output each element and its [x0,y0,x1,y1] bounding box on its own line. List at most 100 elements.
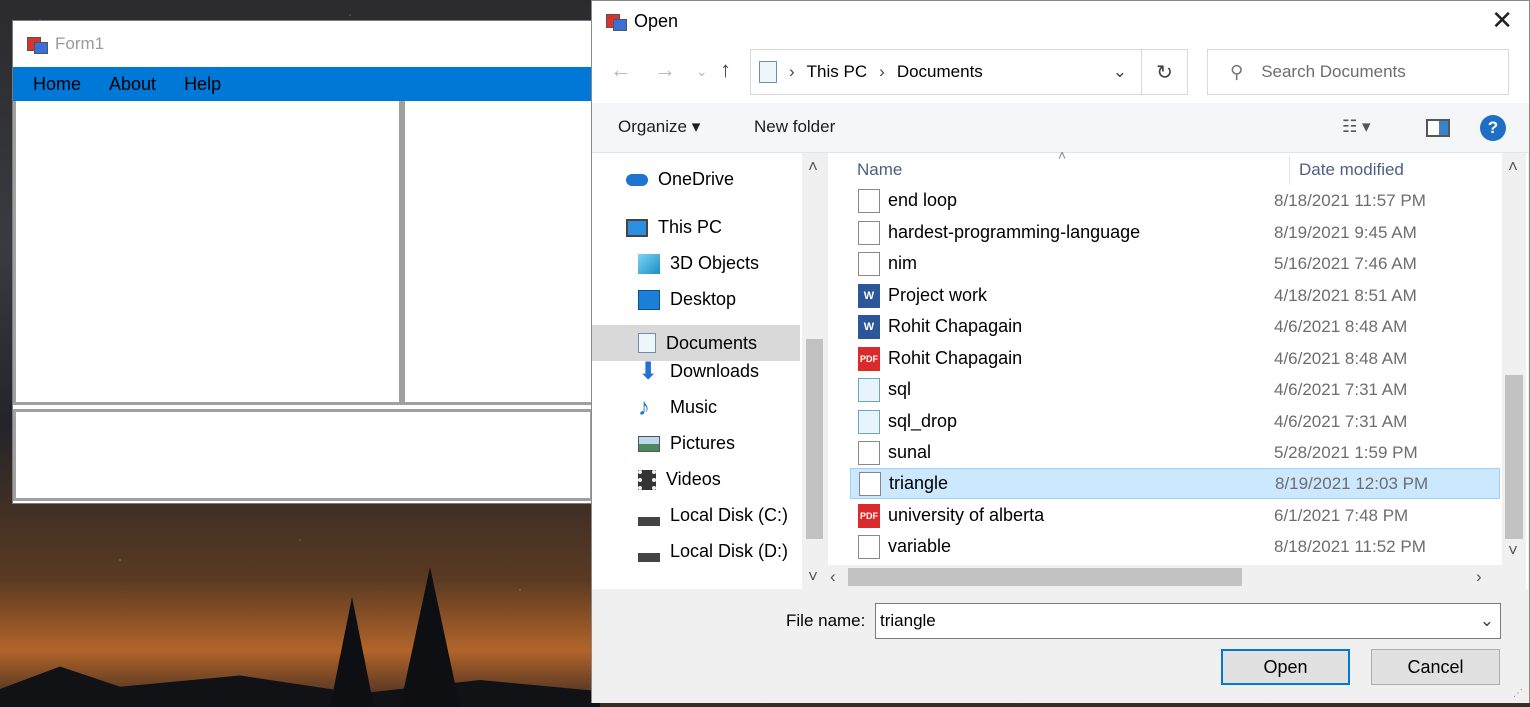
file-row[interactable]: nim 5/16/2021 7:46 AM [850,248,1500,279]
scroll-left-icon[interactable]: ‹ [830,567,836,587]
column-header-date-modified[interactable]: Date modified [1299,160,1404,180]
nav-3d-objects[interactable]: 3D Objects [638,253,759,274]
navigation-pane: OneDrive This PC 3D Objects Desktop Docu… [592,153,827,589]
up-arrow-icon[interactable]: ↑ [720,57,731,83]
file-list-horizontal-scrollbar[interactable]: ‹ › [828,565,1526,589]
close-icon[interactable]: ✕ [1491,5,1513,36]
address-dropdown-icon[interactable]: ⌄ [1113,62,1127,82]
app-icon [606,12,627,31]
documents-icon [759,61,777,83]
view-options-icon[interactable]: ☷ ▾ [1342,117,1371,137]
nav-pane-scrollbar[interactable]: ˄ ˅ [802,153,827,589]
scrollbar-thumb[interactable] [806,339,823,539]
text-file-icon [858,440,880,465]
forward-arrow-icon[interactable]: → [654,57,676,83]
chevron-down-icon[interactable]: ⌄ [1480,611,1494,631]
search-icon: ⚲ [1230,61,1244,82]
menu-help[interactable]: Help [184,74,221,95]
desktop-icon [638,289,660,310]
scroll-right-icon[interactable]: › [1476,567,1482,587]
nav-onedrive[interactable]: OneDrive [626,169,734,190]
file-row[interactable]: sql_drop 4/6/2021 7:31 AM [850,406,1500,437]
file-row[interactable]: sunal 5/28/2021 1:59 PM [850,437,1500,468]
resize-grip-icon[interactable]: ⋰ [1513,688,1523,699]
nav-local-disk-d[interactable]: Local Disk (D:) [638,541,788,562]
nav-local-disk-c[interactable]: Local Disk (C:) [638,505,788,526]
sql-file-icon [858,377,880,402]
nav-pictures[interactable]: Pictures [638,433,735,454]
sort-ascending-icon: ˄ [1058,147,1067,163]
dialog-footer: File name: triangle ⌄ Open Cancel ⋰ [592,589,1529,703]
scroll-down-icon[interactable]: ˅ [1508,541,1518,561]
text-file-icon [859,471,881,496]
nav-desktop[interactable]: Desktop [638,289,736,310]
form1-bottom-panel [13,409,593,501]
file-row[interactable]: end loop 8/18/2021 11:57 PM [850,185,1500,216]
recent-locations-chevron-icon[interactable]: ⌄ [696,63,708,80]
sql-file-icon [858,409,880,434]
pdf-file-icon: PDF [858,346,880,371]
file-row[interactable]: W Project work 4/18/2021 8:51 AM [850,280,1500,311]
scroll-up-icon[interactable]: ˄ [808,157,818,177]
breadcrumb-documents[interactable]: Documents [897,62,983,82]
breadcrumb-separator-icon: › [789,62,795,81]
scroll-down-icon[interactable]: ˅ [808,567,818,587]
column-header-name[interactable]: Name [857,160,902,180]
file-name-combobox[interactable]: triangle ⌄ [875,603,1501,639]
dialog-title: Open [634,10,679,31]
file-name-label: File name: [786,611,866,630]
text-file-icon [858,251,880,276]
form1-right-panel [402,101,593,405]
form1-titlebar: Form1 [13,21,591,67]
file-row[interactable]: hardest-programming-language 8/19/2021 9:… [850,217,1500,248]
nav-music[interactable]: ♪ Music [638,393,717,421]
file-row[interactable]: W Rohit Chapagain 4/6/2021 8:48 AM [850,311,1500,342]
scrollbar-thumb[interactable] [848,568,1242,586]
nav-this-pc[interactable]: This PC [626,217,722,238]
scrollbar-thumb[interactable] [1505,375,1523,539]
nav-downloads[interactable]: ⬇ Downloads [638,359,759,383]
music-icon: ♪ [638,393,650,421]
form1-left-panel [13,101,402,405]
back-arrow-icon[interactable]: ← [610,57,632,83]
breadcrumb-separator-icon: › [879,62,885,81]
search-placeholder: Search Documents [1261,62,1406,81]
videos-icon [638,469,656,490]
menu-home[interactable]: Home [33,74,81,95]
file-name-input[interactable]: triangle [880,611,936,631]
pictures-icon [638,435,660,452]
onedrive-icon [626,173,648,186]
file-row-selected[interactable]: triangle 8/19/2021 12:03 PM [850,468,1500,499]
help-icon[interactable]: ? [1480,115,1506,141]
organize-button[interactable]: Organize ▾ [618,117,700,137]
form1-window: Form1 Home About Help [12,20,593,504]
text-file-icon [858,188,880,213]
dialog-titlebar: Open ✕ [592,1,1529,41]
open-button[interactable]: Open [1221,649,1350,685]
file-row[interactable]: sql 4/6/2021 7:31 AM [850,374,1500,405]
address-row: ← → ⌄ ↑ › This PC › Documents ⌄ ↻ ⚲ Sear… [592,41,1529,103]
address-bar[interactable]: › This PC › Documents ⌄ ↻ [750,49,1188,95]
nav-documents[interactable]: Documents [592,325,800,361]
command-toolbar: Organize ▾ New folder ☷ ▾ ? [592,103,1529,153]
text-file-icon [858,534,880,559]
word-file-icon: W [858,283,880,308]
wallpaper-tree [400,567,460,707]
file-row[interactable]: PDF Rohit Chapagain 4/6/2021 8:48 AM [850,343,1500,374]
refresh-icon[interactable]: ↻ [1141,50,1187,94]
new-folder-button[interactable]: New folder [754,117,835,137]
scroll-up-icon[interactable]: ˄ [1508,157,1518,177]
wallpaper-tree [330,597,374,707]
nav-videos[interactable]: Videos [638,469,721,490]
file-row[interactable]: variable 8/18/2021 11:52 PM [850,531,1500,562]
file-list-vertical-scrollbar[interactable]: ˄ ˅ [1502,153,1526,565]
breadcrumb-this-pc[interactable]: This PC [807,62,867,82]
pdf-file-icon: PDF [858,503,880,528]
menu-about[interactable]: About [109,74,156,95]
word-file-icon: W [858,314,880,339]
file-row[interactable]: PDF university of alberta 6/1/2021 7:48 PM [850,500,1500,531]
cancel-button[interactable]: Cancel [1371,649,1500,685]
3d-objects-icon [638,253,660,274]
search-box[interactable]: ⚲ Search Documents [1207,49,1509,95]
preview-pane-icon[interactable] [1426,119,1450,137]
